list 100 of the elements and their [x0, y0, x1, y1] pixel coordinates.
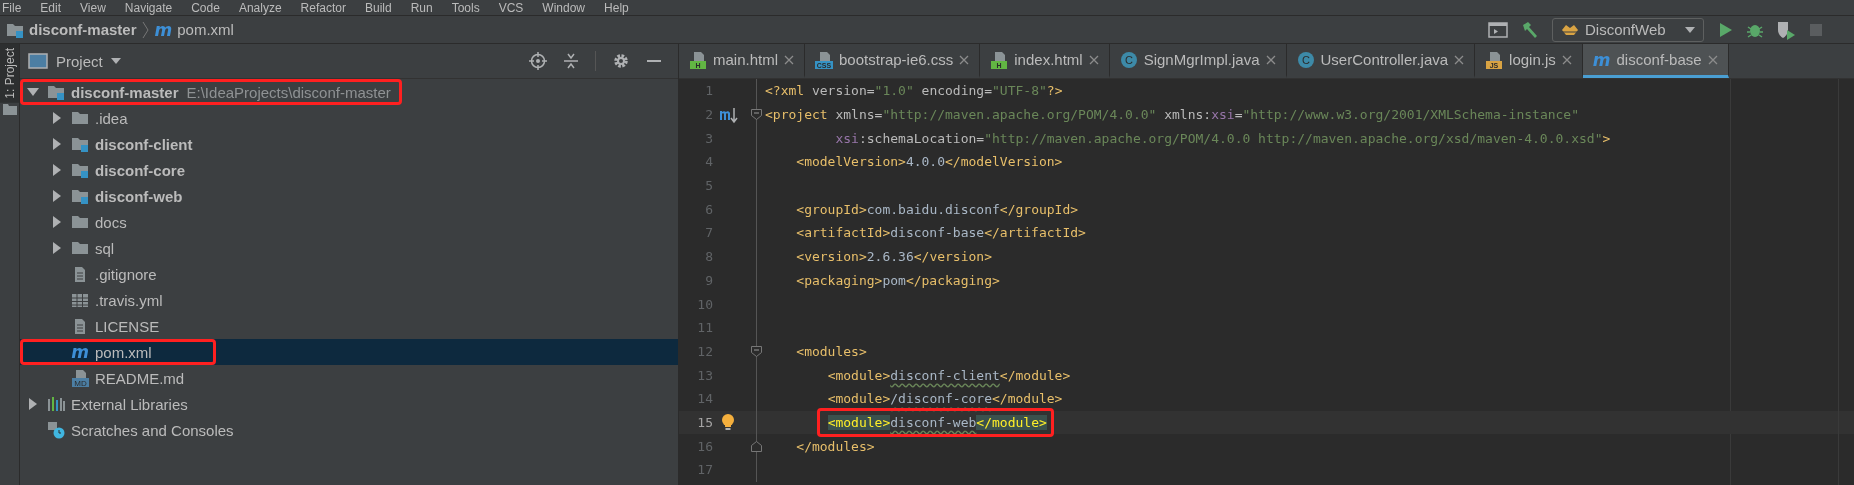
tree-item[interactable]: m pom.xml	[20, 339, 678, 365]
tree-item[interactable]: sql	[20, 235, 678, 261]
menu-item[interactable]: Refactor	[300, 0, 346, 15]
tool-window-tab[interactable]: 1: Project	[0, 44, 19, 103]
tree-item[interactable]: disconf-client	[20, 131, 678, 157]
code-text: <modelVersion>	[796, 154, 906, 170]
code-text: <?xml	[765, 83, 805, 99]
collapse-icon[interactable]	[563, 52, 579, 70]
menu-item[interactable]: Navigate	[124, 0, 173, 15]
line-number: 15	[696, 414, 714, 430]
tree-item[interactable]: .gitignore	[20, 261, 678, 287]
close-icon[interactable]	[1454, 54, 1465, 65]
run-config-dropdown[interactable]: DisconfWeb	[1552, 17, 1704, 42]
menu-item[interactable]: Tools	[451, 0, 480, 15]
target-icon[interactable]	[529, 52, 547, 70]
folder-icon	[71, 239, 89, 257]
tree-item[interactable]: MD README.md	[20, 365, 678, 391]
code-text: xsi	[835, 130, 859, 146]
menu-item[interactable]: VCS	[498, 0, 524, 15]
code-text: 2.6.36	[866, 249, 914, 265]
line-number: 10	[696, 296, 714, 312]
tree-item[interactable]: .idea	[20, 105, 678, 131]
menu-item[interactable]: Window	[542, 0, 586, 15]
line-number: 1	[704, 83, 714, 99]
menu-item[interactable]: Edit	[40, 0, 62, 15]
table-file-icon	[71, 291, 89, 309]
menu-item[interactable]: Run	[410, 0, 433, 15]
code-text: "http://maven.apache.org/POM/4.0.0 http://maven.apache.org/xsd/maven-4.0.0.xsd"	[984, 130, 1603, 146]
shield-run-icon[interactable]	[1776, 19, 1796, 40]
line-number: 4	[704, 154, 714, 170]
menu-item[interactable]: Code	[191, 0, 220, 15]
code-text: </packaging>	[905, 272, 1000, 288]
module-folder-icon	[71, 135, 89, 153]
editor-tab[interactable]: C UserController.java	[1286, 44, 1476, 78]
path-text: E:\IdeaProjects\disconf-master	[186, 83, 391, 101]
line-number: 17	[696, 462, 714, 478]
caret-icon	[1685, 26, 1695, 33]
close-icon[interactable]	[784, 54, 795, 65]
panel-title[interactable]: Project	[56, 52, 103, 70]
item-label: docs	[95, 213, 127, 231]
lightbulb-icon[interactable]	[721, 413, 735, 432]
scratch-icon	[47, 421, 65, 439]
settings-icon[interactable]	[612, 52, 630, 70]
breadcrumb[interactable]: disconf-master	[29, 21, 137, 38]
gutter-icon[interactable]	[718, 105, 738, 124]
editor-tab[interactable]: C SignMgrImpl.java	[1109, 44, 1287, 78]
line-number: 7	[704, 225, 714, 241]
tree-item[interactable]: .travis.yml	[20, 287, 678, 313]
close-icon[interactable]	[1265, 54, 1276, 65]
tree-item[interactable]: External Libraries	[20, 391, 678, 417]
line-number: 5	[704, 178, 714, 194]
editor-tab[interactable]: m disconf-base	[1582, 44, 1729, 78]
code-text: pom	[882, 272, 906, 288]
code-text: <artifactId>	[796, 225, 891, 241]
menu-item[interactable]: View	[80, 0, 106, 15]
code-text: <packaging>	[796, 272, 883, 288]
close-icon[interactable]	[959, 54, 970, 65]
code-text: <project	[765, 107, 828, 123]
code-text: </modelVersion>	[945, 154, 1063, 170]
code-text: <groupId>	[796, 201, 867, 217]
code-text: =	[1234, 107, 1243, 123]
fold-icon[interactable]	[751, 440, 762, 452]
library-icon	[47, 395, 65, 413]
fold-icon[interactable]	[751, 109, 762, 121]
code-text: </module>	[999, 367, 1071, 383]
fold-icon[interactable]	[751, 345, 762, 357]
module-folder-icon	[71, 187, 89, 205]
code-text: <module>	[827, 414, 891, 430]
breadcrumb[interactable]: pom.xml	[177, 21, 234, 38]
menu-item[interactable]: File	[2, 0, 22, 15]
code-text: </module>	[992, 391, 1063, 407]
menu-item[interactable]: Help	[604, 0, 629, 15]
code-text: </module>	[976, 414, 1047, 430]
close-icon[interactable]	[1561, 54, 1572, 65]
hammer-icon[interactable]	[1520, 19, 1540, 40]
menu-item[interactable]: Analyze	[238, 0, 282, 15]
item-label: sql	[95, 239, 115, 257]
close-icon[interactable]	[1088, 54, 1099, 65]
module-folder-icon	[71, 161, 89, 179]
terminal-icon[interactable]	[1488, 20, 1508, 39]
code-text: </artifactId>	[984, 225, 1086, 241]
tree-item[interactable]: Scratches and Consoles	[20, 417, 678, 443]
line-number: 8	[704, 249, 714, 265]
module-folder-icon	[47, 83, 65, 101]
code-text: <modules>	[796, 343, 867, 359]
tree-item[interactable]: LICENSE	[20, 313, 678, 339]
tree-item[interactable]: docs	[20, 209, 678, 235]
menu-item[interactable]: Build	[364, 0, 392, 15]
tree-item[interactable]: disconf-web	[20, 183, 678, 209]
line-number: 6	[704, 201, 714, 217]
m-icon: m	[154, 21, 173, 38]
tree-item[interactable]: disconf-core	[20, 157, 678, 183]
code-text: 4.0.0	[905, 154, 946, 170]
line-number: 14	[696, 391, 714, 407]
caret-icon[interactable]	[110, 58, 121, 64]
line-number: 16	[696, 438, 714, 454]
item-label: Scratches and Consoles	[71, 421, 234, 439]
line-number: 2	[704, 107, 714, 123]
line-number: 13	[696, 367, 714, 383]
tree-item[interactable]: disconf-master E:\IdeaProjects\disconf-master	[20, 79, 678, 105]
